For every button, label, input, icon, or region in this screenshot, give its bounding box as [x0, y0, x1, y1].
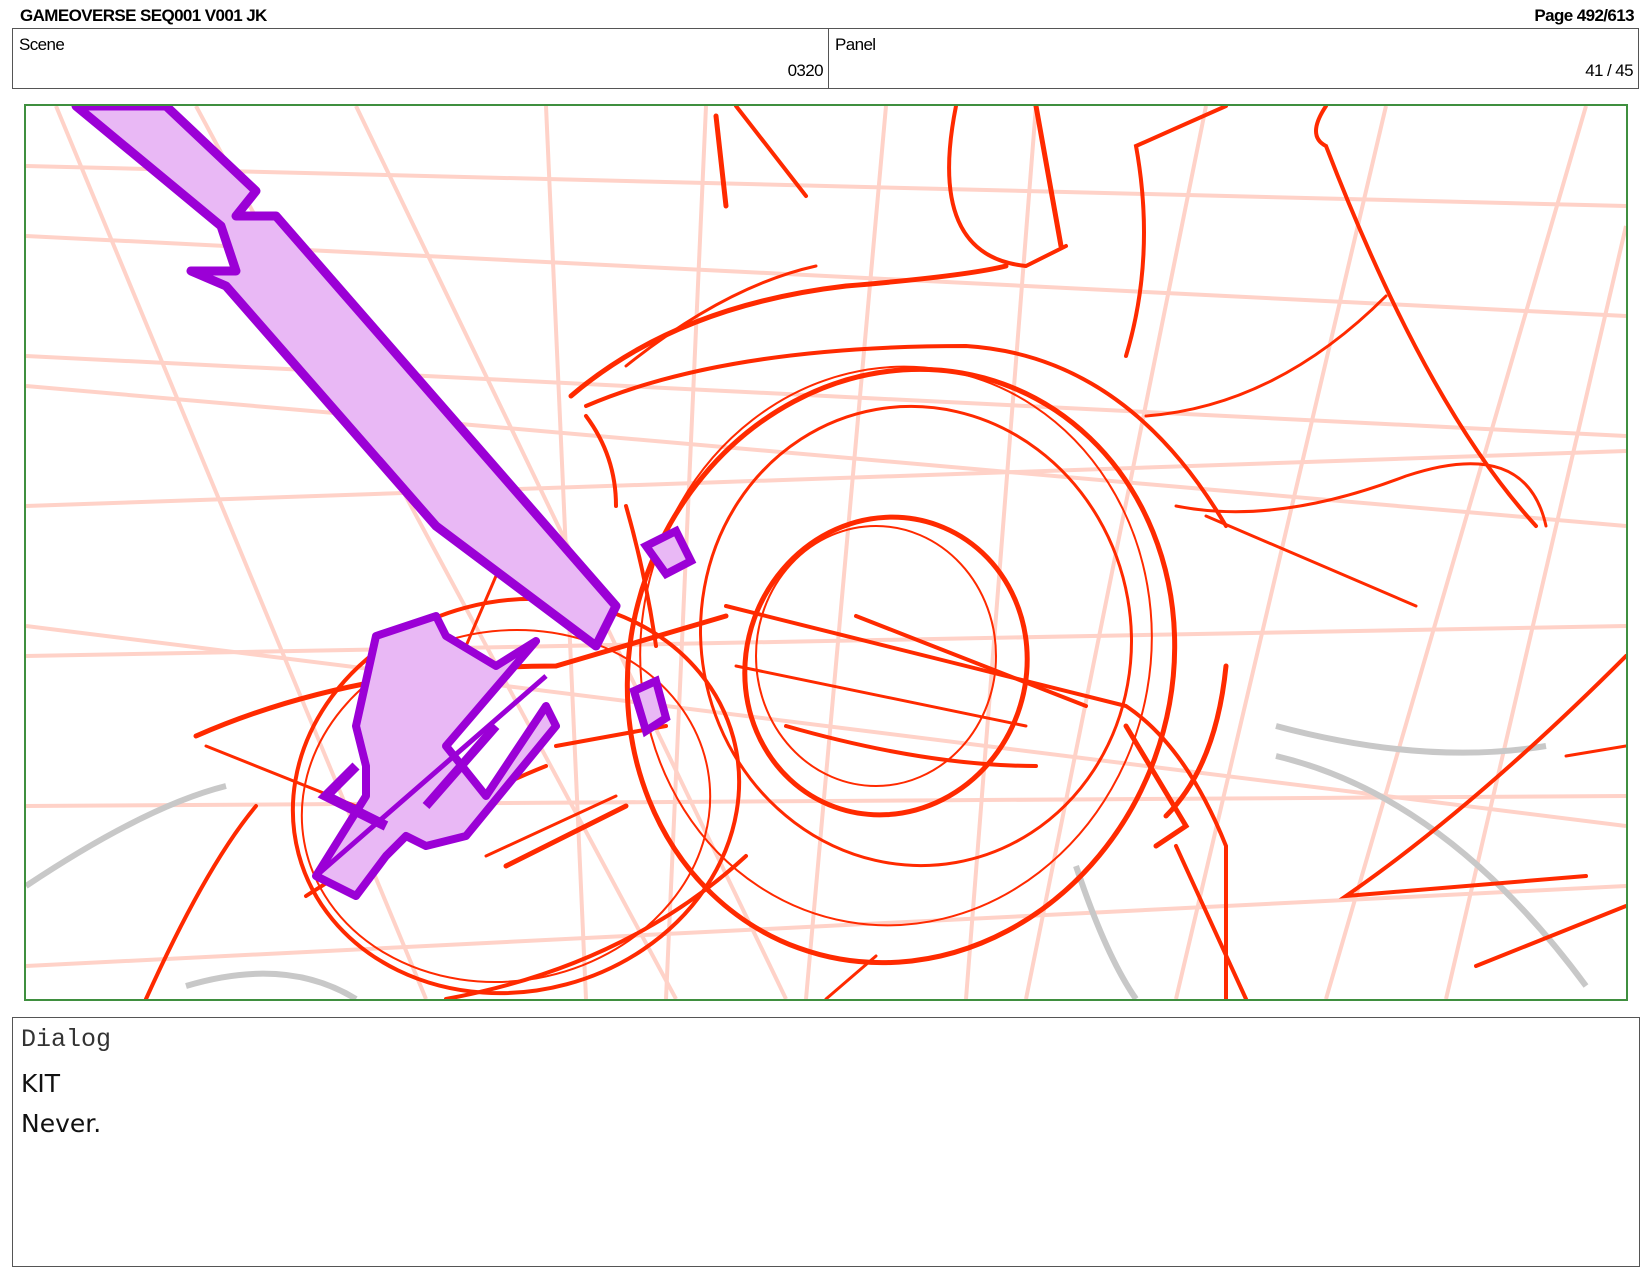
dialog-label: Dialog — [21, 1025, 112, 1054]
storyboard-sketch — [26, 106, 1626, 999]
storyboard-frame — [24, 104, 1628, 1001]
scene-number: 0320 — [787, 61, 824, 80]
dialog-box: Dialog KIT Never. — [12, 1017, 1640, 1267]
dialog-character: KIT — [21, 1069, 61, 1098]
panel-number: 41 / 45 — [1585, 61, 1633, 80]
scene-label: Scene — [19, 35, 65, 54]
document-title: GAMEOVERSE SEQ001 V001 JK — [20, 6, 267, 25]
page-number: Page 492/613 — [1534, 6, 1634, 25]
panel-label: Panel — [835, 35, 876, 54]
scene-box: Scene 0320 — [12, 28, 829, 89]
panel-box: Panel 41 / 45 — [828, 28, 1639, 89]
dialog-text: Never. — [21, 1109, 102, 1138]
